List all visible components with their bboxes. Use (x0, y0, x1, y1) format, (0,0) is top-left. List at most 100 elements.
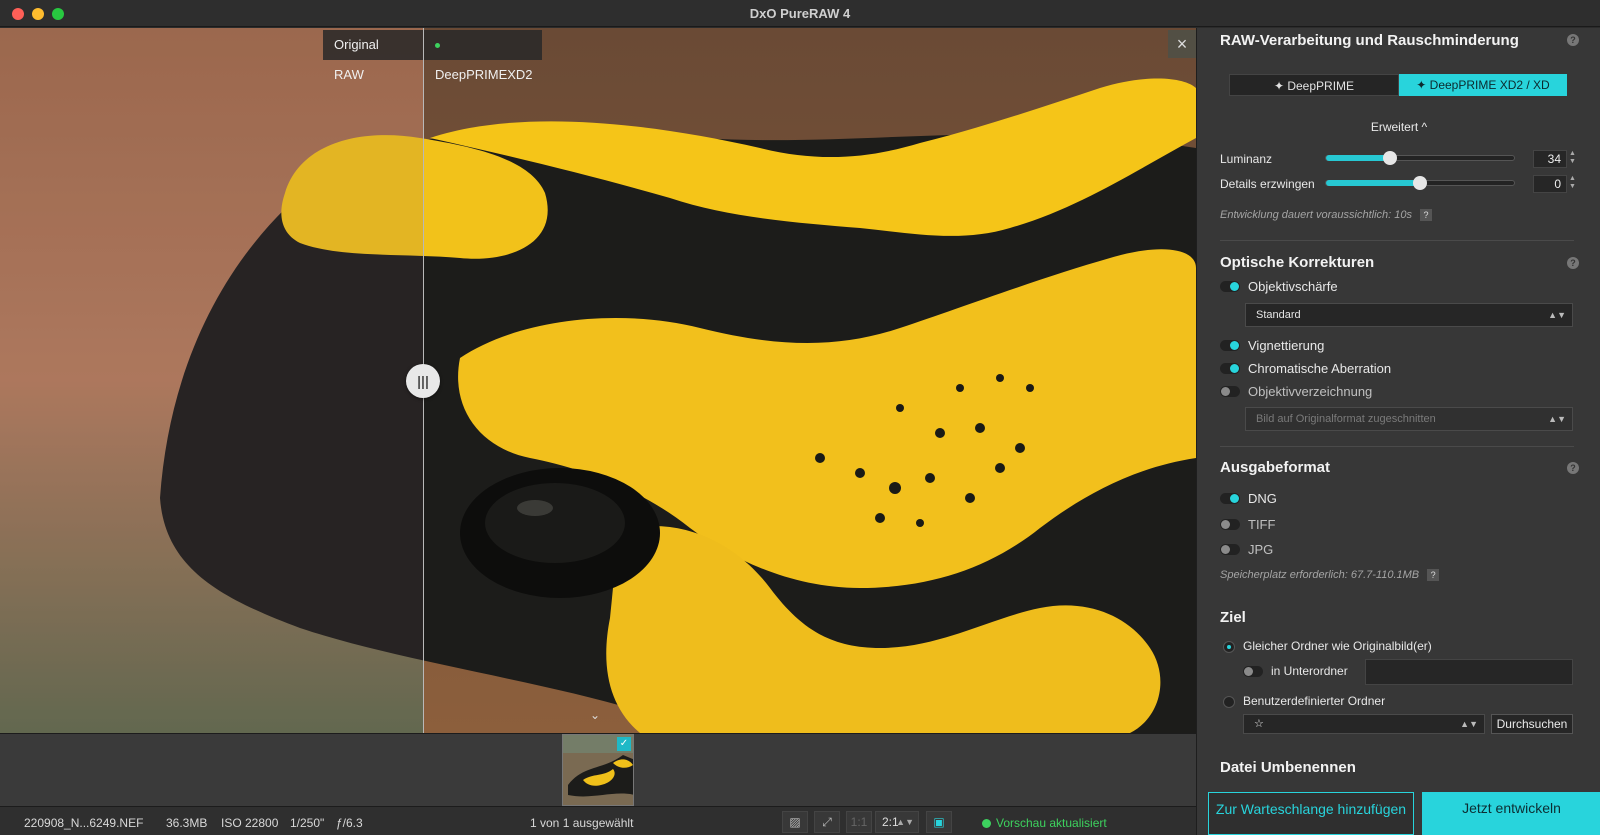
sharpness-toggle[interactable] (1220, 281, 1240, 292)
dng-label: DNG (1248, 491, 1277, 506)
preview-status: Vorschau aktualisiert (982, 816, 1107, 830)
luminance-stepper-icon[interactable]: ▲ ▼ (1569, 150, 1576, 166)
sharpness-label: Objektivschärfe (1248, 279, 1338, 294)
stepper-icon: ▲▼ (1548, 310, 1566, 320)
compare-icon[interactable]: ▨ (782, 811, 808, 833)
tiff-toggle[interactable] (1220, 519, 1240, 530)
settings-panel: RAW-Verarbeitung und Rauschminderung ? ✦… (1196, 28, 1600, 835)
estimate-help-icon[interactable]: ? (1419, 209, 1432, 221)
stepper-icon: ▲▼ (896, 817, 914, 827)
same-folder-radio[interactable] (1223, 641, 1235, 653)
stepper-icon: ▲▼ (1460, 719, 1478, 729)
preview-status-text: Vorschau aktualisiert (996, 816, 1107, 830)
estimate-note-text: Entwicklung dauert voraussichtlich: 10s (1220, 209, 1412, 221)
custom-folder-select[interactable]: ☆ ▲▼ (1243, 714, 1485, 734)
distortion-toggle[interactable] (1220, 386, 1240, 397)
browse-button[interactable]: Durchsuchen (1491, 714, 1573, 734)
help-icon[interactable]: ? (1567, 34, 1579, 46)
star-icon: ☆ (1254, 718, 1264, 730)
shutter-speed: 1/250" (290, 816, 325, 830)
distortion-label: Objektivverzeichnung (1248, 384, 1373, 399)
status-bar: 220908_N...6249.NEF 36.3MB ISO 22800 1/2… (0, 806, 1196, 835)
denoise-mode-toggle: ✦ DeepPRIME ✦ DeepPRIME XD2 / XD (1229, 74, 1567, 96)
subfolder-toggle[interactable] (1243, 666, 1263, 677)
file-name: 220908_N...6249.NEF (24, 816, 144, 830)
window-title: DxO PureRAW 4 (749, 6, 851, 21)
subfolder-label: in Unterordner (1271, 664, 1348, 678)
jpg-label: JPG (1248, 542, 1274, 557)
output-section-title: Ausgabeformat (1220, 459, 1331, 476)
dng-toggle[interactable] (1220, 493, 1240, 504)
stepper-icon: ▲▼ (1548, 414, 1566, 424)
image-preview-icon[interactable]: ▣ (926, 811, 952, 833)
deepprime-button[interactable]: ✦ DeepPRIME (1229, 74, 1399, 96)
aperture-value: ƒ/6.3 (336, 816, 363, 830)
tiff-label: TIFF (1248, 517, 1276, 532)
luminance-value[interactable]: 34 (1533, 150, 1567, 168)
target-section-title: Ziel (1220, 609, 1246, 626)
selection-count: 1 von 1 ausgewählt (530, 816, 634, 830)
help-icon[interactable]: ? (1567, 462, 1579, 474)
distortion-select: Bild auf Originalformat zugeschnitten ▲▼ (1245, 407, 1573, 431)
processed-label: DeepPRIMEXD2 (424, 30, 542, 82)
toggle-knob (1221, 545, 1230, 554)
details-slider-fill (1326, 180, 1420, 186)
image-viewer[interactable]: Original RAW DeepPRIMEXD2 ||| × ⌄ (0, 28, 1196, 733)
luminance-slider[interactable] (1325, 151, 1515, 165)
toggle-knob (1221, 387, 1230, 396)
salamander-photo (0, 28, 1196, 733)
toggle-knob (1230, 364, 1239, 373)
space-note-text: Speicherplatz erforderlich: 67.7-110.1MB (1220, 569, 1420, 581)
help-icon[interactable]: ? (1567, 257, 1579, 269)
sharpness-select-value: Standard (1256, 309, 1301, 321)
jpg-toggle[interactable] (1220, 544, 1240, 555)
deepprime-xd-button[interactable]: ✦ DeepPRIME XD2 / XD (1399, 74, 1567, 96)
estimate-note: Entwicklung dauert voraussichtlich: 10s? (1220, 209, 1432, 221)
iso-value: ISO 22800 (221, 816, 279, 830)
toggle-knob (1230, 494, 1239, 503)
details-slider[interactable] (1325, 176, 1515, 190)
advanced-toggle[interactable]: Erweitert ^ (1197, 120, 1600, 134)
sharpness-select[interactable]: Standard ▲▼ (1245, 303, 1573, 327)
distortion-select-value: Bild auf Originalformat zugeschnitten (1256, 413, 1436, 425)
develop-now-button[interactable]: Jetzt entwickeln (1422, 792, 1600, 835)
toggle-knob (1221, 520, 1230, 529)
close-viewer-button[interactable]: × (1168, 30, 1196, 58)
status-dot-icon (982, 819, 991, 828)
fullscreen-icon[interactable]: ⤢ (814, 811, 840, 833)
zoom-select[interactable]: 2:1 ▲▼ (875, 811, 919, 833)
luminance-slider-knob[interactable] (1382, 151, 1397, 165)
processed-label-text: DeepPRIMEXD2 (435, 67, 533, 82)
chevron-down-icon[interactable]: ⌄ (590, 708, 600, 722)
details-value[interactable]: 0 (1533, 175, 1567, 193)
custom-folder-label: Benutzerdefinierter Ordner (1243, 694, 1386, 708)
divider (1220, 240, 1574, 241)
optical-section-title: Optische Korrekturen (1220, 254, 1375, 271)
space-help-icon[interactable]: ? (1427, 569, 1440, 581)
filmstrip: ✓ (0, 733, 1196, 806)
title-bar: DxO PureRAW 4 (0, 0, 1600, 27)
split-handle[interactable]: ||| (406, 364, 440, 398)
selected-check-icon: ✓ (617, 737, 631, 751)
details-slider-knob[interactable] (1413, 176, 1427, 190)
chromatic-toggle[interactable] (1220, 363, 1240, 374)
vignetting-toggle[interactable] (1220, 340, 1240, 351)
space-note: Speicherplatz erforderlich: 67.7-110.1MB… (1220, 569, 1440, 581)
custom-folder-radio[interactable] (1223, 696, 1235, 708)
rename-section-title: Datei Umbenennen (1220, 759, 1356, 776)
details-stepper-icon[interactable]: ▲ ▼ (1569, 175, 1576, 191)
toggle-knob (1230, 282, 1239, 291)
add-to-queue-button[interactable]: Zur Warteschlange hinzufügen (1208, 792, 1414, 835)
processed-dot-icon (435, 43, 440, 49)
image-thumbnail[interactable]: ✓ (562, 734, 634, 806)
toggle-knob (1230, 341, 1239, 350)
file-size: 36.3MB (166, 816, 208, 830)
luminance-slider-fill (1326, 155, 1390, 161)
zoom-one-button[interactable]: 1:1 (846, 811, 872, 833)
vignetting-label: Vignettierung (1248, 338, 1325, 353)
subfolder-input[interactable] (1365, 659, 1573, 685)
toggle-knob (1244, 667, 1253, 676)
chromatic-label: Chromatische Aberration (1248, 361, 1392, 376)
same-folder-label: Gleicher Ordner wie Originalbild(er) (1243, 639, 1432, 653)
raw-section-title: RAW-Verarbeitung und Rauschminderung (1220, 32, 1519, 49)
